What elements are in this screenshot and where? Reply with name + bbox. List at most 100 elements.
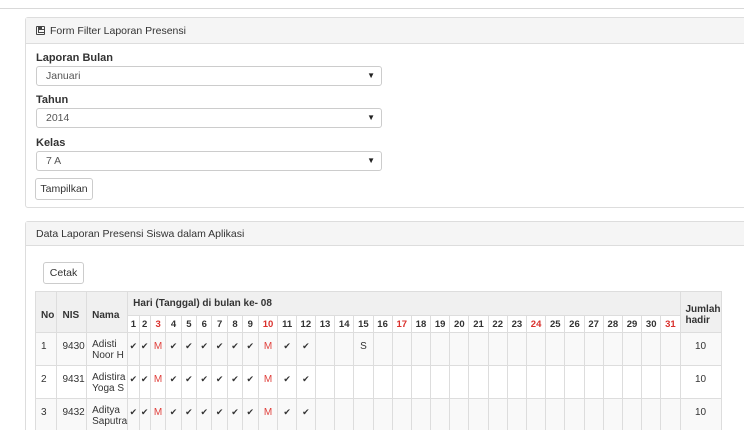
day-header: 15 <box>353 315 374 333</box>
cell-day: M <box>149 365 167 399</box>
cell-day <box>468 332 489 366</box>
cell-nis: 9431 <box>56 365 88 399</box>
cell-total: 10 <box>679 332 722 366</box>
cell-day <box>506 365 528 399</box>
cell-day <box>430 332 451 366</box>
day-header: 19 <box>430 315 451 333</box>
cell-day: ✔ <box>295 365 316 399</box>
caret-down-icon: ▼ <box>367 113 375 122</box>
cell-day <box>391 365 412 399</box>
print-button[interactable]: Cetak <box>43 262 84 284</box>
cell-day: ✔ <box>277 365 297 399</box>
cell-day: ✔ <box>211 398 228 430</box>
month-select-value: Januari <box>46 70 81 82</box>
col-header-no: No <box>34 291 58 333</box>
day-header: 2 <box>138 315 151 333</box>
cell-day <box>372 332 393 366</box>
top-divider <box>0 8 744 9</box>
year-label: Tahun <box>36 94 69 106</box>
month-label: Laporan Bulan <box>36 52 114 64</box>
day-header: 27 <box>583 315 604 333</box>
day-header: 11 <box>277 315 297 333</box>
cell-day: ✔ <box>180 332 198 366</box>
cell-day <box>660 398 681 430</box>
cell-no: 3 <box>34 398 58 430</box>
cell-day: M <box>149 332 167 366</box>
cell-day <box>583 332 604 366</box>
cell-day <box>525 365 547 399</box>
cell-day <box>564 398 585 430</box>
cell-day: ✔ <box>295 398 316 430</box>
cell-day <box>487 398 508 430</box>
cell-day <box>410 398 432 430</box>
cell-nama: Adistira Yoga S <box>86 365 129 399</box>
cell-no: 1 <box>34 332 58 366</box>
cell-day <box>372 398 393 430</box>
day-header: 1 <box>127 315 140 333</box>
cell-total: 10 <box>679 398 722 430</box>
cell-day <box>468 365 489 399</box>
day-header: 21 <box>468 315 489 333</box>
day-header: 23 <box>506 315 528 333</box>
day-header: 30 <box>641 315 662 333</box>
cell-day: ✔ <box>138 365 151 399</box>
cell-day <box>353 398 374 430</box>
day-header: 3 <box>149 315 167 333</box>
cell-day <box>564 365 585 399</box>
cell-day: M <box>149 398 167 430</box>
day-header: 18 <box>410 315 432 333</box>
day-header: 26 <box>564 315 585 333</box>
show-button[interactable]: Tampilkan <box>35 178 93 200</box>
day-header: 25 <box>545 315 566 333</box>
cell-day <box>621 332 643 366</box>
table-row: 2 9431 Adistira Yoga S ✔ ✔ M ✔ ✔ ✔ ✔ ✔ ✔ M ✔ ✔ 10 <box>34 365 744 399</box>
year-select-value: 2014 <box>46 112 70 124</box>
class-select[interactable]: 7 A ▼ <box>36 151 382 171</box>
cell-day <box>449 365 470 399</box>
col-header-days: Hari (Tanggal) di bulan ke- 08 <box>127 291 681 316</box>
cell-nama: Adisti Noor H <box>86 332 129 366</box>
cell-day: ✔ <box>138 332 151 366</box>
floppy-disk-icon <box>36 26 45 35</box>
cell-day <box>391 398 412 430</box>
cell-day: ✔ <box>242 365 259 399</box>
cell-day <box>621 365 643 399</box>
day-header: 24 <box>525 315 547 333</box>
cell-day <box>449 398 470 430</box>
day-header: 6 <box>196 315 213 333</box>
cell-nama: Aditya Saputra <box>86 398 129 430</box>
cell-day: ✔ <box>127 332 140 366</box>
cell-day: ✔ <box>277 332 297 366</box>
day-header: 13 <box>314 315 336 333</box>
table-row: 3 9432 Aditya Saputra ✔ ✔ M ✔ ✔ ✔ ✔ ✔ ✔ M ✔ ✔ 10 <box>34 398 744 430</box>
cell-day <box>641 332 662 366</box>
caret-down-icon: ▼ <box>367 156 375 165</box>
data-panel-title: Data Laporan Presensi Siswa dalam Aplika… <box>36 227 245 240</box>
cell-no: 2 <box>34 365 58 399</box>
month-select[interactable]: Januari ▼ <box>36 66 382 86</box>
attendance-table: No NIS Nama Hari (Tanggal) di bulan ke- … <box>34 291 744 430</box>
year-select[interactable]: 2014 ▼ <box>36 108 382 128</box>
cell-day <box>430 365 451 399</box>
cell-day <box>410 332 432 366</box>
cell-day: ✔ <box>277 398 297 430</box>
cell-day: ✔ <box>196 332 213 366</box>
cell-day: ✔ <box>196 398 213 430</box>
cell-day <box>602 332 623 366</box>
cell-day <box>430 398 451 430</box>
cell-day: ✔ <box>127 365 140 399</box>
cell-day <box>314 398 336 430</box>
cell-day: ✔ <box>127 398 140 430</box>
cell-day <box>660 365 681 399</box>
cell-day: M <box>257 332 279 366</box>
cell-day: ✔ <box>242 398 259 430</box>
day-header: 4 <box>165 315 182 333</box>
caret-down-icon: ▼ <box>367 71 375 80</box>
cell-day <box>487 365 508 399</box>
cell-day <box>660 332 681 366</box>
cell-day <box>334 332 355 366</box>
cell-nis: 9432 <box>56 398 88 430</box>
col-header-nis: NIS <box>56 291 88 333</box>
cell-day <box>621 398 643 430</box>
day-header: 5 <box>180 315 198 333</box>
